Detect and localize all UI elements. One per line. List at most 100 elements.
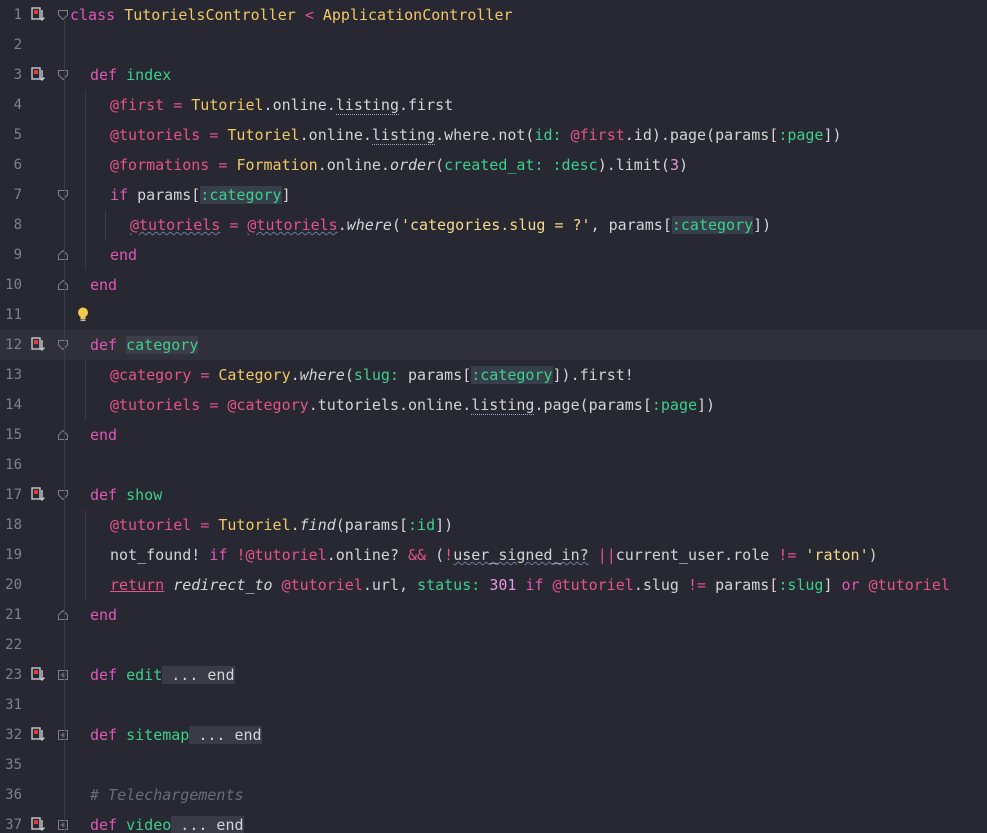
code-token: listing — [471, 396, 535, 415]
fold-close-icon[interactable] — [57, 429, 69, 441]
fold-close-icon[interactable] — [57, 249, 69, 261]
code-token: ! — [444, 546, 454, 564]
fold-expand-icon[interactable] — [57, 669, 69, 681]
code-text[interactable]: class TutorielsController < ApplicationC… — [70, 0, 513, 30]
override-marker-icon[interactable] — [30, 817, 46, 833]
code-line[interactable]: 6 @formations = Formation.online.order(cr… — [0, 150, 987, 180]
line-number: 3 — [13, 67, 22, 83]
code-text[interactable]: def show — [90, 480, 162, 510]
code-token: @category — [110, 366, 192, 384]
code-line[interactable]: 5 @tutoriels = Tutoriel.online.listing.wh… — [0, 120, 987, 150]
code-text[interactable]: # Telechargements — [90, 780, 244, 810]
line-number: 12 — [5, 337, 22, 353]
fold-expand-icon[interactable] — [57, 819, 69, 831]
code-line[interactable]: 16 — [0, 450, 987, 480]
code-text[interactable]: end — [90, 270, 117, 300]
code-token: 'raton' — [805, 546, 869, 564]
code-line[interactable]: 9 end — [0, 240, 987, 270]
code-line[interactable]: 13 @category = Category.where(slug: param… — [0, 360, 987, 390]
code-line[interactable]: 10 end — [0, 270, 987, 300]
override-marker-icon[interactable] — [30, 487, 46, 503]
line-number: 21 — [5, 607, 22, 623]
line-number: 35 — [5, 757, 22, 773]
override-marker-icon[interactable] — [30, 727, 46, 743]
lightbulb-icon[interactable] — [76, 306, 90, 324]
override-marker-icon[interactable] — [30, 67, 46, 83]
code-text[interactable]: not_found! if !@tutoriel.online? && (!us… — [110, 540, 878, 570]
code-line[interactable]: 31 — [0, 690, 987, 720]
code-text[interactable]: end — [90, 420, 117, 450]
code-line[interactable]: 3 def index — [0, 60, 987, 90]
line-number: 2 — [13, 37, 22, 53]
override-marker-icon[interactable] — [30, 667, 46, 683]
code-line[interactable]: 2 — [0, 30, 987, 60]
code-line[interactable]: 22 — [0, 630, 987, 660]
code-token: end — [90, 426, 118, 444]
code-line[interactable]: 21 end — [0, 600, 987, 630]
code-line[interactable]: 23 def edit ... end — [0, 660, 987, 690]
code-text[interactable]: @tutoriels = @category.tutoriels.online.… — [110, 390, 715, 420]
indent-guide — [85, 570, 86, 600]
code-line[interactable]: 14 @tutoriels = @category.tutoriels.onlin… — [0, 390, 987, 420]
code-line[interactable]: 11 — [0, 300, 987, 330]
code-line[interactable]: 7 if params[:category] — [0, 180, 987, 210]
code-line[interactable]: 12 def category — [0, 330, 987, 360]
code-line[interactable]: 17 def show — [0, 480, 987, 510]
fold-close-icon[interactable] — [57, 609, 69, 621]
code-line[interactable]: 37 def video ... end — [0, 810, 987, 833]
code-token: .slug — [633, 576, 688, 594]
code-line[interactable]: 20 return redirect_to @tutoriel.url, stat… — [0, 570, 987, 600]
code-text[interactable]: return redirect_to @tutoriel.url, status… — [110, 570, 950, 600]
code-token: end — [90, 276, 118, 294]
code-line[interactable]: 4 @first = Tutoriel.online.listing.first — [0, 90, 987, 120]
code-line[interactable]: 15 end — [0, 420, 987, 450]
code-text[interactable]: end — [90, 600, 117, 630]
code-text[interactable]: def index — [90, 60, 171, 90]
code-text[interactable]: @formations = Formation.online.order(cre… — [110, 150, 688, 180]
code-token: Category — [218, 366, 291, 384]
code-text[interactable]: if params[:category] — [110, 180, 291, 210]
code-line[interactable]: 19 not_found! if ! @tutoriel.online? && (!… — [0, 540, 987, 570]
code-text[interactable]: end — [110, 240, 137, 270]
code-text[interactable]: def video ... end — [90, 810, 244, 833]
code-text[interactable]: def sitemap ... end — [90, 720, 262, 750]
code-editor[interactable]: 1 class TutorielsController < Application… — [0, 0, 987, 833]
code-token: ).limit( — [597, 156, 670, 174]
override-marker-icon[interactable] — [30, 7, 46, 23]
code-text[interactable]: @first = Tutoriel.online.listing.first — [110, 90, 453, 120]
fold-open-icon[interactable] — [57, 189, 69, 201]
fold-open-icon[interactable] — [57, 339, 69, 351]
override-marker-icon[interactable] — [30, 337, 46, 353]
code-line[interactable]: 35 — [0, 750, 987, 780]
fold-open-icon[interactable] — [57, 69, 69, 81]
folded-region[interactable]: ... end — [162, 666, 235, 684]
code-token: def — [90, 336, 118, 354]
code-text[interactable]: @tutoriels = Tutoriel.online.listing.whe… — [110, 120, 842, 150]
code-line[interactable]: 32 def sitemap ... end — [0, 720, 987, 750]
code-text[interactable]: def category — [90, 330, 199, 360]
code-text[interactable]: @tutoriels = @tutoriels.where('categorie… — [130, 210, 771, 240]
fold-open-icon[interactable] — [57, 489, 69, 501]
code-line[interactable]: 18 @tutoriel = Tutoriel.find(params[:id]) — [0, 510, 987, 540]
code-line[interactable]: 8 @tutoriels = @tutoriels.where('categori… — [0, 210, 987, 240]
fold-expand-icon[interactable] — [57, 729, 69, 741]
code-token: :id — [408, 516, 436, 534]
folded-region[interactable]: ... end — [171, 816, 244, 833]
code-line[interactable]: 36 # Telechargements — [0, 780, 987, 810]
code-token: .where.not( — [435, 126, 535, 144]
code-token: @tutoriel — [281, 576, 363, 594]
code-line[interactable]: 1 class TutorielsController < Application… — [0, 0, 987, 30]
code-token: @first — [110, 96, 165, 114]
code-text[interactable]: def edit ... end — [90, 660, 235, 690]
line-number: 8 — [13, 217, 22, 233]
fold-close-icon[interactable] — [57, 279, 69, 291]
code-text[interactable]: @category = Category.where(slug: params[… — [110, 360, 634, 390]
code-token: .online. — [299, 126, 372, 144]
line-number: 13 — [5, 367, 22, 383]
fold-open-icon[interactable] — [57, 9, 69, 21]
line-number: 11 — [5, 307, 22, 323]
code-token: params[ — [128, 186, 201, 204]
code-text[interactable]: @tutoriel = Tutoriel.find(params[:id]) — [110, 510, 453, 540]
folded-region[interactable]: ... end — [189, 726, 262, 744]
